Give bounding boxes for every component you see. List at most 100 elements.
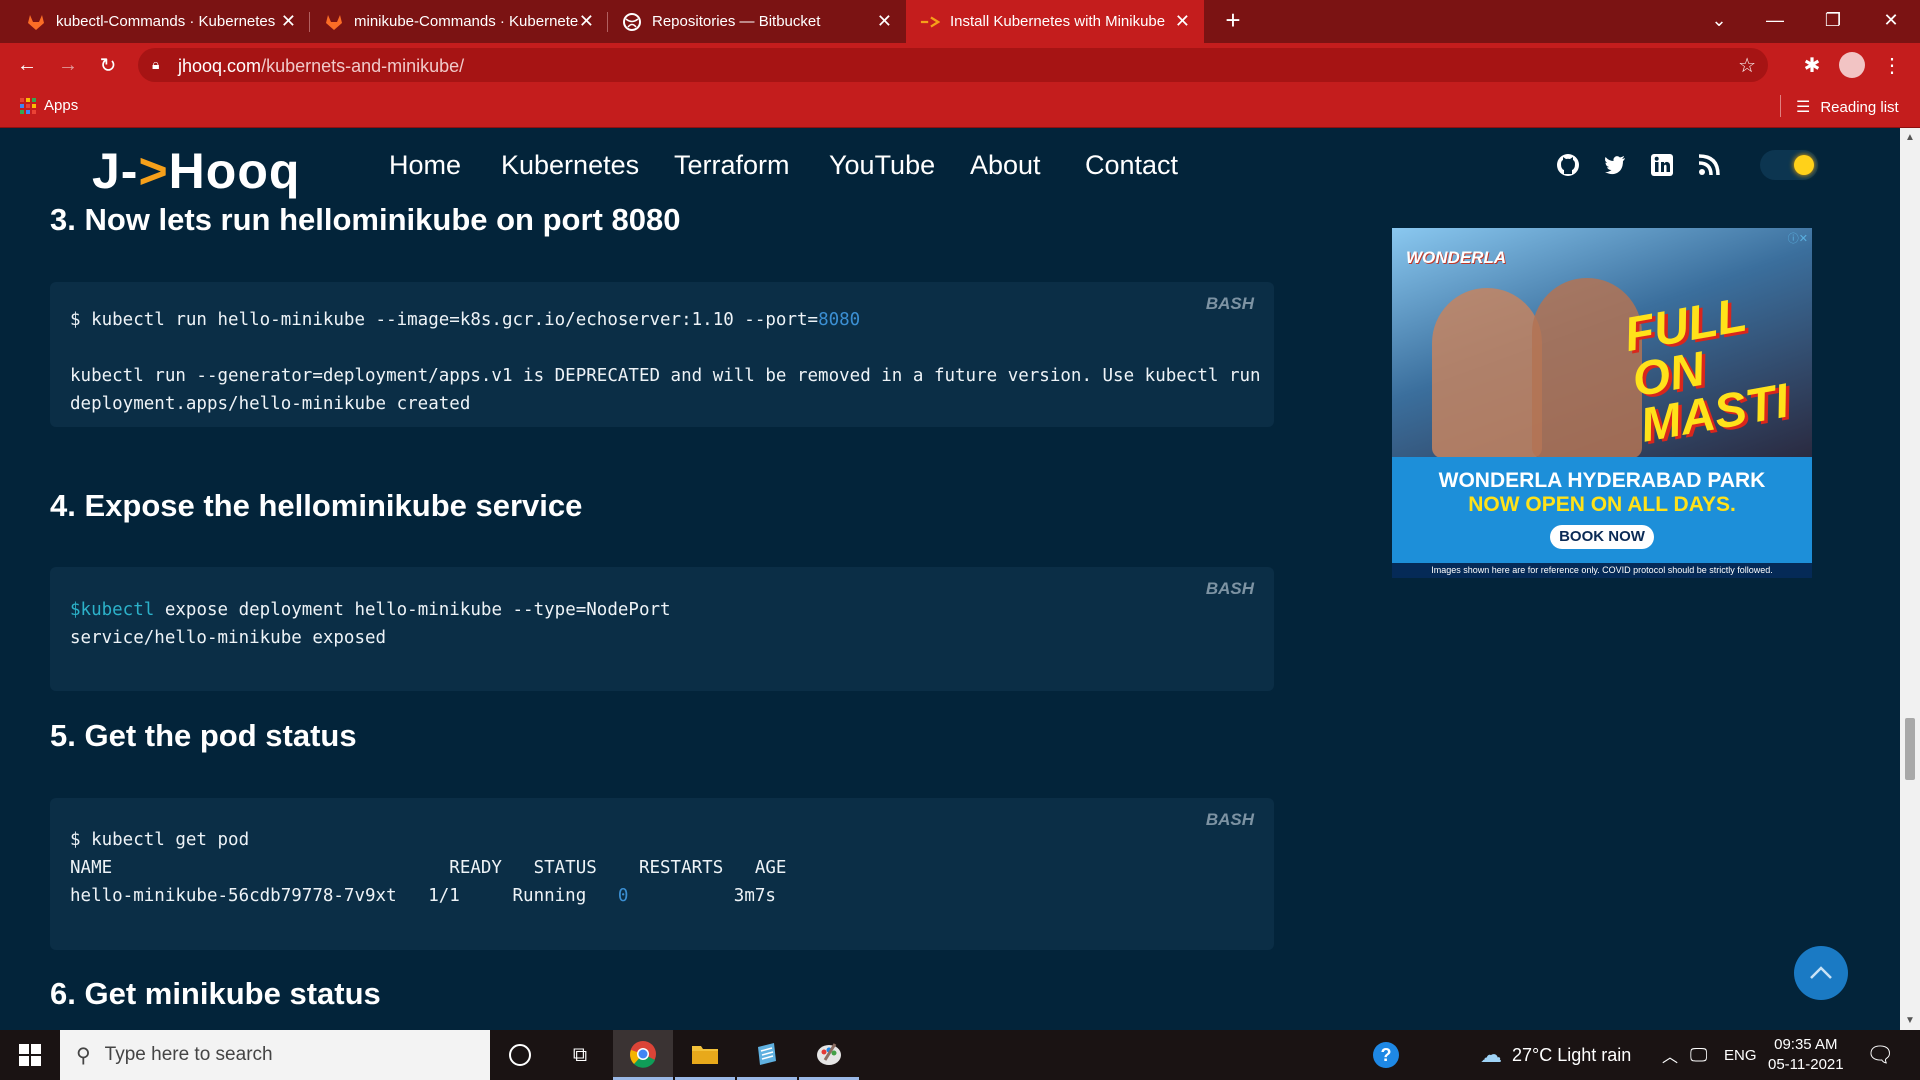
code-block[interactable]: BASH $ kubectl run hello-minikube --imag… — [50, 282, 1274, 427]
tab-title: Repositories — Bitbucket — [652, 13, 821, 30]
rain-cloud-icon: ☁ — [1480, 1042, 1502, 1067]
section-heading: 4. Expose the hellominikube service — [50, 488, 583, 523]
apps-grid-icon — [20, 97, 36, 114]
avatar[interactable] — [1838, 51, 1866, 79]
nav-kubernetes[interactable]: Kubernetes — [501, 150, 639, 181]
notifications-icon[interactable]: 🗨︎ — [1866, 1030, 1894, 1080]
nav-youtube[interactable]: YouTube — [829, 150, 935, 181]
theme-toggle[interactable] — [1760, 150, 1818, 180]
close-tab-icon[interactable]: ✕ — [281, 11, 296, 31]
show-hidden-icons-chevron-icon[interactable]: ︿ — [1662, 1030, 1678, 1080]
language-indicator[interactable]: ENG — [1724, 1030, 1757, 1080]
code-number: 0 — [617, 886, 629, 906]
reading-list-button[interactable]: ☰ Reading list — [1796, 97, 1899, 117]
weather-widget[interactable]: ☁ 27°C Light rain — [1480, 1030, 1631, 1080]
notepad-icon[interactable] — [737, 1030, 797, 1080]
code-line: kubectl run --generator=deployment/apps.… — [70, 366, 1274, 386]
browser-toolbar: ← → ↻ 🔒︎ jhooq.com/kubernets-and-minikub… — [0, 43, 1920, 87]
adchoices-icon[interactable]: ⓘ✕ — [1788, 230, 1808, 246]
browser-tab-active[interactable]: Install Kubernetes with Minikube ✕ — [906, 0, 1204, 43]
ad-text-area: WONDERLA HYDERABAD PARK NOW OPEN ON ALL … — [1392, 457, 1812, 563]
code-text: 3m7s — [628, 886, 776, 906]
advertisement-banner[interactable]: WONDERLA FULL ON MASTI ⓘ✕ WONDERLA HYDER… — [1392, 228, 1812, 578]
help-icon[interactable]: ? — [1356, 1030, 1416, 1080]
browser-tab[interactable]: Repositories — Bitbucket ✕ — [608, 0, 906, 43]
nav-contact[interactable]: Contact — [1085, 150, 1178, 181]
back-to-top-button[interactable] — [1794, 946, 1848, 1000]
ad-brand: WONDERLA — [1406, 248, 1507, 267]
back-button[interactable]: ← — [13, 51, 41, 79]
ad-line: NOW OPEN ON ALL DAYS. — [1468, 493, 1736, 516]
windows-start-button[interactable] — [0, 1030, 60, 1080]
browser-tab[interactable]: kubectl-Commands · Kubernetes ✕ — [12, 0, 310, 43]
tab-search-chevron-icon[interactable]: ⌄ — [1696, 0, 1742, 40]
address-bar[interactable]: 🔒︎ jhooq.com/kubernets-and-minikube/ ☆ — [138, 48, 1768, 82]
scroll-up-arrow-icon[interactable]: ▲ — [1905, 132, 1915, 143]
code-line: hello-minikube-56cdb79778-7v9xt 1/1 Runn… — [70, 886, 776, 906]
code-text: expose deployment hello-minikube --type=… — [154, 600, 671, 620]
github-icon[interactable] — [1555, 152, 1581, 178]
weather-text: 27°C Light rain — [1512, 1044, 1632, 1065]
code-line: NAME READY STATUS RESTARTS AGE — [70, 858, 787, 878]
scrollbar-thumb[interactable] — [1905, 718, 1915, 780]
restore-button[interactable]: ❐ — [1810, 0, 1856, 40]
code-text: hello-minikube-56cdb79778-7v9xt 1/1 Runn… — [70, 886, 618, 906]
scroll-down-arrow-icon[interactable]: ▼ — [1905, 1015, 1915, 1026]
tab-title: minikube-Commands · Kubernetes — [354, 13, 579, 30]
rss-icon[interactable] — [1696, 152, 1722, 178]
jhooq-icon — [920, 12, 940, 32]
ad-disclaimer: Images shown here are for reference only… — [1392, 563, 1812, 578]
url-host: jhooq.com — [178, 56, 262, 76]
cortana-button[interactable] — [490, 1030, 550, 1080]
code-line: $kubectl expose deployment hello-minikub… — [70, 600, 671, 620]
gitlab-icon — [324, 12, 344, 32]
code-block[interactable]: BASH $kubectl expose deployment hello-mi… — [50, 567, 1274, 691]
ad-person-figure — [1432, 288, 1542, 458]
site-logo[interactable]: J->Hooq — [92, 142, 300, 200]
nav-about[interactable]: About — [970, 150, 1041, 181]
close-tab-icon[interactable]: ✕ — [877, 11, 892, 31]
chrome-taskbar-icon[interactable] — [613, 1030, 673, 1080]
ad-image: WONDERLA FULL ON MASTI ⓘ✕ — [1392, 228, 1812, 458]
code-variable: $kubectl — [70, 600, 155, 620]
clock[interactable]: 09:35 AM 05-11-2021 — [1768, 1030, 1844, 1080]
menu-kebab-icon[interactable]: ⋮ — [1878, 51, 1906, 79]
code-line: service/hello-minikube exposed — [70, 628, 387, 648]
search-placeholder: Type here to search — [104, 1044, 273, 1065]
url-text[interactable]: jhooq.com/kubernets-and-minikube/ — [178, 56, 464, 77]
reload-button[interactable]: ↻ — [94, 51, 122, 79]
ad-book-now-button[interactable]: BOOK NOW — [1550, 525, 1654, 549]
globe-icon — [622, 12, 642, 32]
browser-tab[interactable]: minikube-Commands · Kubernetes ✕ — [310, 0, 608, 43]
file-explorer-icon[interactable] — [675, 1030, 735, 1080]
page-scrollbar[interactable]: ▲ ▼ — [1900, 128, 1920, 1030]
nav-home[interactable]: Home — [389, 150, 461, 181]
logo-text: Hooq — [168, 143, 301, 199]
new-tab-button[interactable]: + — [1210, 0, 1256, 40]
code-line: $ kubectl run hello-minikube --image=k8s… — [70, 310, 860, 330]
nav-terraform[interactable]: Terraform — [674, 150, 790, 181]
chevron-up-icon — [1810, 966, 1832, 979]
twitter-icon[interactable] — [1602, 152, 1628, 178]
minimize-button[interactable]: — — [1752, 0, 1798, 40]
taskbar-search-box[interactable]: ⚲ Type here to search — [60, 1030, 490, 1080]
web-page: J->Hooq Home Kubernetes Terraform YouTub… — [0, 128, 1900, 1030]
close-tab-icon[interactable]: ✕ — [1175, 11, 1190, 31]
site-header: J->Hooq Home Kubernetes Terraform YouTub… — [0, 128, 1900, 202]
close-window-button[interactable]: ✕ — [1868, 0, 1914, 40]
gitlab-icon — [26, 12, 46, 32]
network-icon[interactable]: 🖵︎ — [1690, 1030, 1707, 1080]
bookmarks-bar: Apps ☰ Reading list — [0, 87, 1920, 128]
paint-icon[interactable] — [799, 1030, 859, 1080]
forward-button[interactable]: → — [54, 51, 82, 79]
clock-time: 09:35 AM — [1774, 1036, 1838, 1053]
code-block[interactable]: BASH $ kubectl get pod NAME READY STATUS… — [50, 798, 1274, 950]
task-view-button[interactable]: ⧉ — [550, 1030, 610, 1080]
linkedin-icon[interactable] — [1649, 152, 1675, 178]
apps-bookmark[interactable]: Apps — [20, 97, 78, 114]
search-icon: ⚲ — [76, 1044, 91, 1067]
close-tab-icon[interactable]: ✕ — [579, 11, 594, 31]
bookmark-star-icon[interactable]: ☆ — [1738, 53, 1756, 78]
code-line: deployment.apps/hello-minikube created — [70, 394, 471, 414]
extensions-icon[interactable]: ✱ — [1798, 51, 1826, 79]
